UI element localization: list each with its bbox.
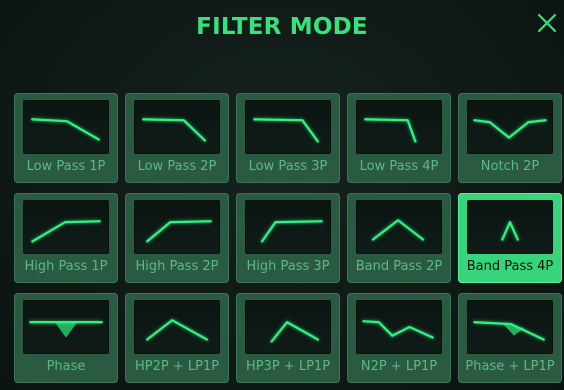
- mode-label: Phase + LP1P: [465, 359, 555, 374]
- high-pass-1p-icon: [23, 200, 109, 254]
- mode-high-pass-2p[interactable]: High Pass 2P: [125, 193, 229, 283]
- high-pass-2p-icon: [134, 200, 220, 254]
- mode-label: High Pass 2P: [135, 259, 219, 274]
- mode-high-pass-1p[interactable]: High Pass 1P: [14, 193, 118, 283]
- low-pass-4p-icon: [356, 100, 442, 154]
- mode-low-pass-2p[interactable]: Low Pass 2P: [125, 93, 229, 183]
- mode-label: High Pass 3P: [246, 259, 330, 274]
- hp2p-lp1p-icon: [134, 300, 220, 354]
- band-pass-2p-icon: [356, 200, 442, 254]
- n2p-lp1p-icon: [356, 300, 442, 354]
- mode-phase-lp1p[interactable]: Phase + LP1P: [458, 293, 562, 383]
- mode-band-pass-2p[interactable]: Band Pass 2P: [347, 193, 451, 283]
- hp3p-lp1p-icon: [245, 300, 331, 354]
- low-pass-2p-icon: [134, 100, 220, 154]
- dialog-title: FILTER MODE: [196, 14, 368, 40]
- mode-n2p-lp1p[interactable]: N2P + LP1P: [347, 293, 451, 383]
- mode-low-pass-1p[interactable]: Low Pass 1P: [14, 93, 118, 183]
- mode-hp2p-lp1p[interactable]: HP2P + LP1P: [125, 293, 229, 383]
- mode-low-pass-3p[interactable]: Low Pass 3P: [236, 93, 340, 183]
- mode-high-pass-3p[interactable]: High Pass 3P: [236, 193, 340, 283]
- mode-label: Low Pass 3P: [248, 159, 328, 174]
- low-pass-1p-icon: [23, 100, 109, 154]
- mode-notch-2p[interactable]: Notch 2P: [458, 93, 562, 183]
- mode-label: HP3P + LP1P: [245, 359, 331, 374]
- close-icon[interactable]: [534, 10, 560, 36]
- mode-low-pass-4p[interactable]: Low Pass 4P: [347, 93, 451, 183]
- phase-icon: [23, 300, 109, 354]
- mode-phase[interactable]: Phase: [14, 293, 118, 383]
- filter-mode-grid: Low Pass 1P Low Pass 2P Low Pass 3P Low …: [14, 93, 562, 383]
- mode-label: HP2P + LP1P: [134, 359, 220, 374]
- high-pass-3p-icon: [245, 200, 331, 254]
- mode-label: Band Pass 2P: [355, 259, 443, 274]
- low-pass-3p-icon: [245, 100, 331, 154]
- mode-label: Notch 2P: [480, 159, 540, 174]
- phase-lp1p-icon: [467, 300, 553, 354]
- mode-band-pass-4p[interactable]: Band Pass 4P: [458, 193, 562, 283]
- mode-label: High Pass 1P: [24, 259, 108, 274]
- band-pass-4p-icon: [467, 200, 553, 254]
- mode-hp3p-lp1p[interactable]: HP3P + LP1P: [236, 293, 340, 383]
- mode-label: Low Pass 2P: [137, 159, 217, 174]
- mode-label: Phase: [46, 359, 86, 374]
- notch-2p-icon: [467, 100, 553, 154]
- mode-label: Low Pass 1P: [26, 159, 106, 174]
- mode-label: Low Pass 4P: [359, 159, 439, 174]
- mode-label: N2P + LP1P: [360, 359, 438, 374]
- mode-label: Band Pass 4P: [466, 259, 554, 274]
